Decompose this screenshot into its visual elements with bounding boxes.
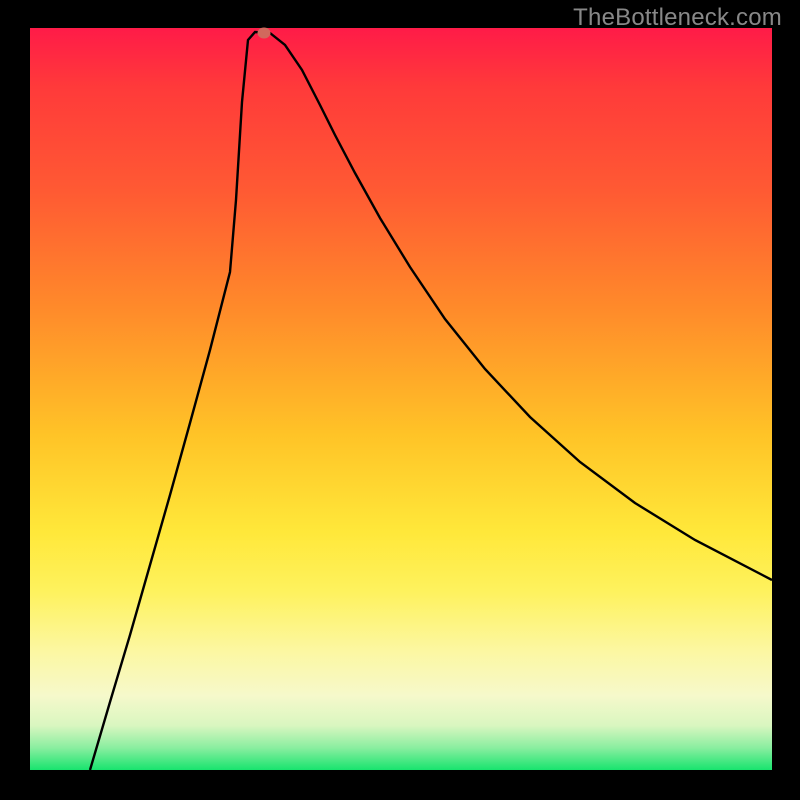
chart-frame: TheBottleneck.com <box>0 0 800 800</box>
minimum-marker <box>258 28 271 39</box>
curve-path <box>90 32 772 770</box>
bottleneck-curve <box>30 28 772 770</box>
plot-area <box>30 28 772 770</box>
watermark-text: TheBottleneck.com <box>573 4 782 32</box>
